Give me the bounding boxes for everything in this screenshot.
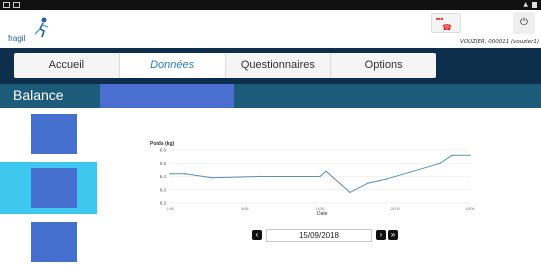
- app-header: fragil ■■■ ☎ ⏻ VOUZIER, 000011 (vouzier1…: [0, 10, 541, 48]
- notification-icon: [3, 2, 10, 8]
- device-selector[interactable]: [100, 84, 234, 108]
- y-tick-label: 6.5: [160, 161, 167, 166]
- data-point: [169, 173, 171, 175]
- main-tabs: Accueil Données Questionnaires Options: [14, 53, 436, 78]
- status-bar: ▲: [0, 0, 541, 10]
- tab-donnees[interactable]: Données: [119, 53, 226, 78]
- signal-icon: ▲: [523, 1, 528, 8]
- logo-text: fragil: [8, 34, 26, 43]
- data-point: [469, 154, 471, 156]
- chart-panel: Poids (kg) 6.6 6.5 6.4 6.3 6.2 1.06 6/06 11/06 2…: [100, 108, 541, 279]
- weight-chart: 6.66.56.46.36.21.06 6/06 11/06 26.09 10/06: [160, 148, 475, 211]
- date-field[interactable]: 15/09/2018: [266, 229, 372, 242]
- tab-accueil[interactable]: Accueil: [14, 53, 120, 78]
- last-date-button[interactable]: »: [388, 230, 398, 240]
- x-tick-label: 6/06: [242, 207, 249, 211]
- y-tick-label: 6.6: [160, 148, 167, 153]
- previous-date-button[interactable]: ‹: [252, 230, 262, 240]
- data-point: [439, 162, 441, 164]
- avatar-badge: ■■■: [436, 16, 444, 21]
- battery-icon: [532, 2, 537, 8]
- double-chevron-right-icon: »: [390, 230, 396, 239]
- fragil-logo: fragil: [8, 16, 50, 46]
- date-navigation: ‹ 15/09/2018 › »: [252, 229, 398, 243]
- side-item-2[interactable]: [0, 162, 97, 214]
- nav-bar: Accueil Données Questionnaires Options: [0, 48, 541, 84]
- y-tick-label: 6.3: [160, 187, 167, 192]
- x-tick-label: 1.06: [167, 207, 174, 211]
- chevron-right-icon: ›: [379, 230, 383, 239]
- side-item-3[interactable]: [0, 216, 97, 268]
- y-tick-label: 6.4: [160, 174, 167, 179]
- weight-series-line: [170, 154, 470, 194]
- next-date-button[interactable]: ›: [376, 230, 386, 240]
- phone-icon: ☎: [442, 23, 452, 32]
- data-point: [367, 182, 369, 184]
- side-list: [0, 108, 97, 279]
- x-axis-label: Date: [317, 211, 328, 217]
- section-title: Balance: [13, 87, 64, 103]
- data-point: [211, 177, 213, 179]
- phone-avatar-button[interactable]: ■■■ ☎: [431, 13, 461, 33]
- x-tick-label: 26.09: [391, 207, 400, 211]
- app-screen: ▲ fragil ■■■ ☎ ⏻ VOUZIER, 000011 (vouzie…: [0, 0, 541, 279]
- data-point: [184, 173, 186, 175]
- section-bar: Balance: [0, 84, 541, 108]
- user-info: VOUZIER, 000011 (vouzier1): [459, 39, 539, 45]
- side-item-thumbnail: [31, 114, 77, 154]
- power-button[interactable]: ⏻: [513, 12, 535, 34]
- data-point: [319, 175, 321, 178]
- data-point: [385, 178, 387, 180]
- tab-questionnaires[interactable]: Questionnaires: [226, 53, 332, 78]
- x-tick-label: 10/06: [466, 207, 475, 211]
- data-point: [259, 175, 261, 178]
- header-user-area: ■■■ ☎ ⏻ VOUZIER, 000011 (vouzier1): [431, 12, 541, 46]
- power-icon: ⏻: [520, 17, 528, 28]
- tab-options[interactable]: Options: [331, 53, 436, 78]
- side-item-thumbnail: [31, 168, 77, 208]
- image-icon: [13, 2, 20, 8]
- side-item-thumbnail: [31, 222, 77, 262]
- chevron-left-icon: ‹: [255, 230, 259, 239]
- data-point: [349, 191, 351, 194]
- data-point: [325, 170, 327, 172]
- person-logo-icon: [34, 17, 49, 38]
- data-point: [451, 154, 453, 156]
- y-tick-label: 6.2: [160, 201, 167, 206]
- side-item-1[interactable]: [0, 108, 97, 160]
